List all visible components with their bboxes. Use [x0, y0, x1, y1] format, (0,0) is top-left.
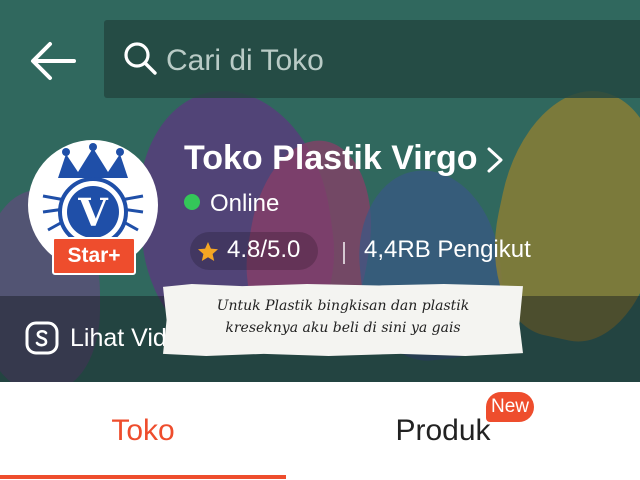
caption-sticker: Untuk Plastik bingkisan dan plastik kres…	[163, 284, 523, 356]
caption-line-1: Untuk Plastik bingkisan dan plastik	[216, 298, 470, 314]
shop-tabs: Toko Produk	[0, 382, 640, 480]
back-button[interactable]	[24, 32, 82, 90]
search-placeholder: Cari di Toko	[166, 44, 324, 77]
star-plus-badge: Star+	[52, 237, 136, 275]
search-icon	[124, 42, 157, 75]
online-status-dot	[184, 194, 200, 210]
tab-produk[interactable]: Produk	[320, 382, 606, 480]
caption-line-2: kreseknya aku beli di sini ya gais	[225, 320, 461, 336]
tab-toko-label: Toko	[111, 414, 175, 447]
tab-toko[interactable]: Toko	[0, 382, 286, 480]
online-status: Online	[210, 190, 280, 217]
shop-page: Cari di Toko V Star+ Toko Plastik Virgo …	[0, 0, 640, 480]
shop-rating: 4.8/5.0	[227, 236, 301, 263]
back-arrow-icon	[31, 42, 76, 80]
chevron-right-icon[interactable]	[484, 146, 506, 174]
search-input[interactable]: Cari di Toko	[104, 20, 640, 98]
watch-video-link[interactable]: Lihat Vid	[70, 324, 167, 353]
shop-name[interactable]: Toko Plastik Virgo	[184, 139, 477, 178]
stats-divider	[343, 242, 345, 264]
tab-produk-label: Produk	[395, 414, 491, 447]
new-badge: New	[486, 392, 534, 422]
star-icon	[198, 242, 218, 261]
follower-count: 4,4RB Pengikut	[364, 236, 531, 263]
active-tab-indicator	[0, 475, 286, 479]
logo-letter: V	[77, 190, 109, 235]
video-play-icon[interactable]	[24, 320, 60, 356]
